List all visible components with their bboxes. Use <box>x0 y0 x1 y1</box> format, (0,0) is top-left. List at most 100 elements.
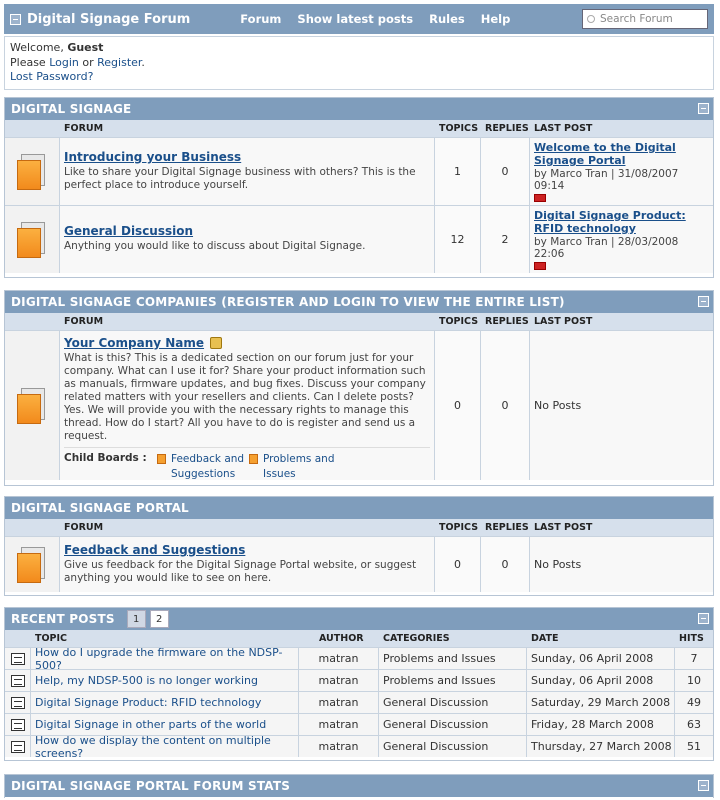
topic-link[interactable]: Help, my NDSP-500 is no longer working <box>31 670 299 691</box>
forum-link[interactable]: Your Company Name <box>64 336 204 350</box>
no-posts: No Posts <box>534 399 582 412</box>
category: Problems and Issues <box>379 648 527 669</box>
section-title: DIGITAL SIGNAGE PORTAL <box>5 497 713 519</box>
forum-icon <box>5 138 60 205</box>
topic-link[interactable]: How do I upgrade the firmware on the NDS… <box>31 646 299 672</box>
table-row: Digital Signage in other parts of the wo… <box>5 713 713 735</box>
forum-description: What is this? This is a dedicated sectio… <box>64 352 426 442</box>
section-title: RECENT POSTS 1 2 <box>5 608 713 630</box>
page-tab-2[interactable]: 2 <box>149 610 169 628</box>
welcome-box: Welcome, Guest Please Login or Register.… <box>4 36 714 90</box>
search-icon <box>587 15 595 23</box>
table-row: Help, my NDSP-500 is no longer working m… <box>5 669 713 691</box>
forum-link[interactable]: Feedback and Suggestions <box>64 543 245 557</box>
col-last-post: LAST POST <box>534 123 593 134</box>
author: matran <box>299 670 379 691</box>
site-title[interactable]: Digital Signage Forum <box>27 12 190 27</box>
post-icon <box>10 674 25 687</box>
username: Guest <box>67 41 104 54</box>
register-link[interactable]: Register <box>97 56 141 69</box>
column-header: FORUM TOPICS REPLIES LAST POST <box>5 120 713 137</box>
col-hits: HITS <box>679 633 704 644</box>
last-post-link[interactable]: Welcome to the Digital Signage Portal <box>534 141 709 167</box>
date: Sunday, 06 April 2008 <box>527 670 675 691</box>
lost-password-link[interactable]: Lost Password? <box>10 70 93 83</box>
forum-icon <box>5 537 60 592</box>
col-replies: REPLIES <box>485 316 529 327</box>
collapse-icon[interactable] <box>698 613 709 624</box>
col-topic: TOPIC <box>35 633 68 644</box>
child-boards-label: Child Boards : <box>64 452 147 464</box>
replies-count: 0 <box>481 537 530 592</box>
collapse-icon[interactable] <box>698 296 709 307</box>
col-forum: FORUM <box>64 316 104 327</box>
section-title: DIGITAL SIGNAGE <box>5 98 713 120</box>
collapse-icon[interactable] <box>10 13 21 25</box>
goto-post-icon[interactable] <box>534 194 546 202</box>
nav-rules[interactable]: Rules <box>429 12 465 26</box>
col-forum: FORUM <box>64 123 104 134</box>
post-icon <box>10 652 25 665</box>
login-link[interactable]: Login <box>49 56 79 69</box>
last-post-link[interactable]: Digital Signage Product: RFID technology <box>534 209 709 235</box>
category: General Discussion <box>379 692 527 713</box>
post-icon <box>10 718 25 731</box>
forum-description: Give us feedback for the Digital Signage… <box>64 559 417 584</box>
col-author: AUTHOR <box>319 633 364 644</box>
period-text: . <box>141 55 145 69</box>
column-header: TOPIC AUTHOR CATEGORIES DATE HITS <box>5 630 713 647</box>
forum-row: Feedback and Suggestions Give us feedbac… <box>5 536 713 592</box>
topics-count: 0 <box>435 537 481 592</box>
column-header: FORUM TOPICS REPLIES LAST POST <box>5 519 713 536</box>
child-board-link[interactable]: Feedback and Suggestions <box>171 452 249 482</box>
forum-description: Anything you would like to discuss about… <box>64 240 366 252</box>
search-placeholder: Search Forum <box>600 13 673 25</box>
page-tab-1[interactable]: 1 <box>126 610 146 628</box>
date: Thursday, 27 March 2008 <box>527 736 675 757</box>
section-forum-stats: DIGITAL SIGNAGE PORTAL FORUM STATS <box>4 774 714 798</box>
hits: 51 <box>687 740 701 753</box>
last-post-by: by Marco Tran | 28/03/2008 22:06 <box>534 236 679 260</box>
nav-forum[interactable]: Forum <box>240 12 281 26</box>
forum-icon <box>5 206 60 273</box>
section-title-text: DIGITAL SIGNAGE COMPANIES (REGISTER AND … <box>11 295 565 309</box>
nav-help[interactable]: Help <box>481 12 511 26</box>
child-board-feedback[interactable]: Feedback and Suggestions <box>157 450 249 482</box>
collapse-icon[interactable] <box>698 780 709 791</box>
goto-post-icon[interactable] <box>534 262 546 270</box>
topic-link[interactable]: Digital Signage Product: RFID technology <box>31 692 299 713</box>
replies-count: 0 <box>481 331 530 480</box>
col-categories: CATEGORIES <box>383 633 450 644</box>
collapse-icon[interactable] <box>698 103 709 114</box>
topic-link[interactable]: How do we display the content on multipl… <box>31 734 299 760</box>
welcome-text: Welcome, <box>10 41 68 54</box>
col-replies: REPLIES <box>485 522 529 533</box>
forum-icon <box>5 331 60 480</box>
category: General Discussion <box>379 714 527 735</box>
topics-count: 0 <box>435 331 481 480</box>
forum-row: Your Company Name What is this? This is … <box>5 330 713 480</box>
col-last-post: LAST POST <box>534 522 593 533</box>
top-bar: Digital Signage Forum Forum Show latest … <box>4 4 714 34</box>
section-companies: DIGITAL SIGNAGE COMPANIES (REGISTER AND … <box>4 290 714 486</box>
forum-link[interactable]: Introducing your Business <box>64 150 241 164</box>
last-post-by: by Marco Tran | 31/08/2007 09:14 <box>534 168 679 192</box>
date: Sunday, 06 April 2008 <box>527 648 675 669</box>
child-board-link[interactable]: Problems and Issues <box>263 452 341 482</box>
nav-latest-posts[interactable]: Show latest posts <box>297 12 413 26</box>
section-title-text: DIGITAL SIGNAGE PORTAL FORUM STATS <box>11 779 291 793</box>
hits: 63 <box>687 718 701 731</box>
replies-count: 0 <box>481 138 530 205</box>
col-forum: FORUM <box>64 522 104 533</box>
col-last-post: LAST POST <box>534 316 593 327</box>
forum-link[interactable]: General Discussion <box>64 224 193 238</box>
child-board-problems[interactable]: Problems and Issues <box>249 450 341 482</box>
topic-link[interactable]: Digital Signage in other parts of the wo… <box>31 714 299 735</box>
hits: 10 <box>687 674 701 687</box>
search-input[interactable]: Search Forum <box>582 9 708 29</box>
date: Saturday, 29 March 2008 <box>527 692 675 713</box>
section-title-text: RECENT POSTS <box>11 612 115 626</box>
author: matran <box>299 648 379 669</box>
table-row: How do I upgrade the firmware on the NDS… <box>5 646 713 672</box>
column-header: FORUM TOPICS REPLIES LAST POST <box>5 313 713 330</box>
